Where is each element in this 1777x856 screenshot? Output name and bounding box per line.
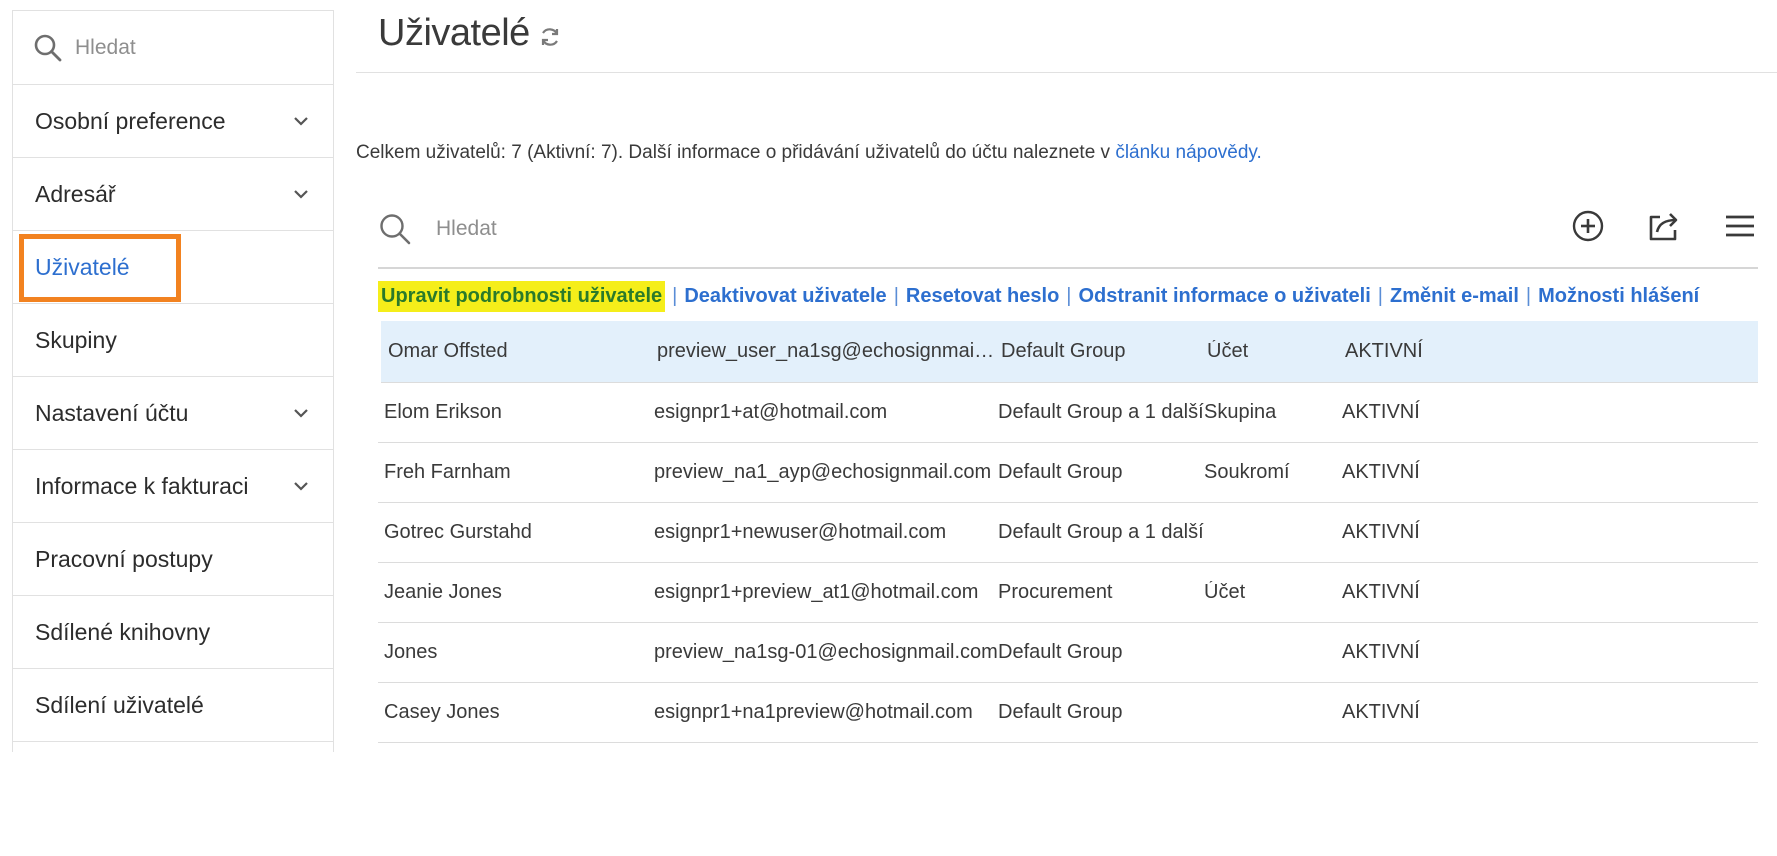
sidebar-search[interactable]: Hledat [13,11,333,85]
user-actions-bar: Upravit podrobnosti uživatele | Deaktivova… [378,281,1699,312]
menu-icon[interactable] [1722,208,1758,244]
user-name: Jones [384,641,438,663]
sidebar-item[interactable]: Informace k fakturaci [13,450,333,523]
table-row[interactable]: Casey Jones esignpr1+na1preview@hotmail.c… [378,683,1758,743]
user-type: Soukromí [1204,461,1290,483]
user-status: AKTIVNÍ [1345,340,1423,362]
sidebar-item[interactable]: Sdílení uživatelé [13,669,333,742]
table-row[interactable]: Freh Farnham preview_na1_ayp@echosignmail… [378,443,1758,503]
sidebar-item-label: Nastavení účtu [35,399,189,426]
user-type: Skupina [1204,401,1277,423]
users-summary-text: Celkem uživatelů: 7 (Aktivní: 7). Další … [356,142,1116,163]
user-name: Elom Erikson [384,401,502,423]
user-group: Procurement [998,581,1113,603]
refresh-icon[interactable] [538,25,562,49]
user-status: AKTIVNÍ [1342,581,1420,603]
sidebar-item[interactable]: Pracovní postupy [13,523,333,596]
sidebar-item-label: Pracovní postupy [35,545,213,572]
sidebar-item[interactable]: Nastavení účtu [13,377,333,450]
sidebar-item-label: Osobní preference [35,107,226,134]
user-group: Default Group [998,461,1123,483]
page-title: Uživatelé [378,12,530,54]
user-email: esignpr1+at@hotmail.com [654,401,888,423]
user-email: preview_na1_ayp@echosignmail.com [654,461,992,483]
action-separator: | [1377,285,1383,307]
user-email: preview_na1sg-01@echosignmail.com [654,641,998,663]
header-divider [356,72,1777,73]
sidebar-item-label: Adresář [35,180,116,207]
sidebar-item[interactable]: Skupiny [13,304,333,377]
add-icon[interactable] [1570,208,1606,244]
user-group: Default Group [998,701,1123,723]
page-header: Uživatelé [378,12,562,55]
table-divider [378,267,1758,269]
sidebar: Hledat Osobní preference Adresář Uživatelé… [12,10,334,752]
action-separator: | [672,285,678,307]
table-toolbar [1570,208,1758,244]
sidebar-item[interactable]: Adresář [13,158,333,231]
user-name: Gotrec Gurstahd [384,521,532,543]
user-name: Casey Jones [384,701,500,723]
user-group: Default Group a 1 další [998,521,1204,543]
user-email: esignpr1+newuser@hotmail.com [654,521,947,543]
sidebar-search-placeholder: Hledat [75,35,136,59]
action-separator: | [1066,285,1072,307]
active-item-highlight [19,234,181,302]
user-type: Účet [1204,581,1246,603]
user-email: esignpr1+na1preview@hotmail.com [654,701,973,723]
user-email: preview_user_na1sg@echosignmail.c... [657,340,1001,362]
table-row[interactable]: Elom Erikson esignpr1+at@hotmail.com Defau… [378,383,1758,443]
user-status: AKTIVNÍ [1342,521,1420,543]
user-action-link[interactable]: Upravit podrobnosti uživatele [378,281,666,312]
chevron-down-icon [294,117,308,126]
search-icon [34,34,62,61]
table-row[interactable]: Gotrec Gurstahd esignpr1+newuser@hotmail.… [378,503,1758,563]
user-action-link[interactable]: Resetovat heslo [906,285,1059,308]
user-name: Jeanie Jones [384,581,502,603]
export-icon[interactable] [1646,208,1682,244]
user-status: AKTIVNÍ [1342,401,1420,423]
table-row[interactable]: Omar Offsted preview_user_na1sg@echosignm… [381,321,1758,383]
user-email: esignpr1+preview_at1@hotmail.com [654,581,979,603]
user-group: Default Group a 1 další [998,401,1204,423]
sidebar-item-label: Sdílené knihovny [35,618,211,645]
sidebar-item-label: Sdílení uživatelé [35,691,204,718]
user-action-link[interactable]: Změnit e-mail [1390,285,1519,308]
user-action-link[interactable]: Možnosti hlášení [1538,285,1699,308]
table-search-placeholder: Hledat [436,217,497,240]
action-separator: | [1525,285,1532,307]
user-name: Omar Offsted [388,340,508,362]
sidebar-item[interactable]: Sdílené knihovny [13,596,333,669]
user-status: AKTIVNÍ [1342,701,1420,723]
user-action-link[interactable]: Deaktivovat uživatele [684,285,886,308]
user-group: Default Group [1001,340,1126,362]
chevron-down-icon [294,482,308,491]
sidebar-item[interactable]: Osobní preference [13,85,333,158]
table-row[interactable]: Jones preview_na1sg-01@echosignmail.com De… [378,623,1758,683]
search-icon [380,214,411,245]
user-status: AKTIVNÍ [1342,461,1420,483]
help-article-link[interactable]: článku nápovědy. [1115,142,1261,163]
chevron-down-icon [294,409,308,418]
user-action-link[interactable]: Odstranit informace o uživateli [1078,285,1370,308]
table-row[interactable]: Jeanie Jones esignpr1+preview_at1@hotmail… [378,563,1758,623]
sidebar-item[interactable]: Uživatelé [13,231,333,304]
user-type: Účet [1207,340,1249,362]
user-group: Default Group [998,641,1123,663]
action-separator: | [893,285,899,307]
sidebar-item-label: Skupiny [35,326,117,353]
user-name: Freh Farnham [384,461,511,483]
chevron-down-icon [294,190,308,199]
user-status: AKTIVNÍ [1342,641,1420,663]
users-table: Omar Offsted preview_user_na1sg@echosignm… [378,321,1758,743]
table-search[interactable]: Hledat [378,212,497,246]
users-summary: Celkem uživatelů: 7 (Aktivní: 7). Další … [356,142,1262,164]
sidebar-item-label: Informace k fakturaci [35,472,249,499]
